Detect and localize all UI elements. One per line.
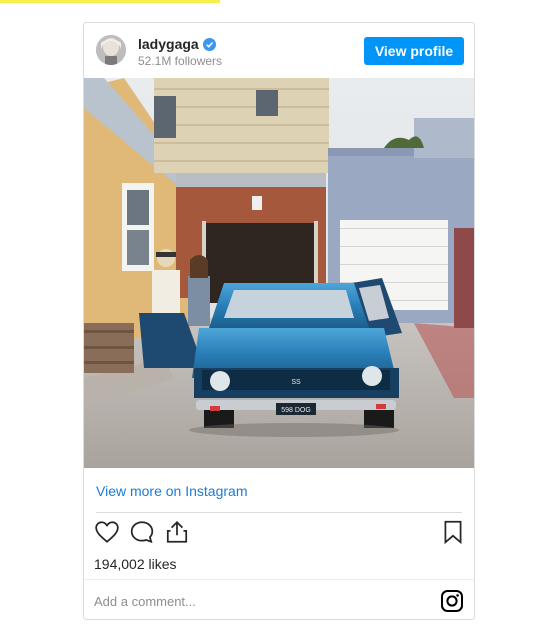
post-header: ladygaga 52.1M followers View profile [84,23,474,78]
instagram-embed-card: ladygaga 52.1M followers View profile 59… [83,22,475,620]
bookmark-icon[interactable] [440,519,466,545]
follower-count: 52.1M followers [138,54,223,68]
post-photo[interactable]: 598 DOG SS [84,78,474,468]
username[interactable]: ladygaga [138,36,199,52]
view-more-link[interactable]: View more on Instagram [96,483,247,499]
license-plate-text: 598 DOG [281,407,311,414]
comment-row: Add a comment... [84,579,474,622]
add-comment-field[interactable]: Add a comment... [94,594,196,609]
heart-icon[interactable] [94,519,120,545]
top-accent-bar [0,0,220,3]
instagram-icon[interactable] [440,589,464,613]
action-bar [84,519,474,549]
view-profile-button[interactable]: View profile [364,37,464,65]
like-count[interactable]: 194,002 likes [94,556,177,572]
divider [96,512,462,513]
car-badge-text: SS [291,379,301,386]
comment-icon[interactable] [129,519,155,545]
verified-badge-icon [202,37,216,51]
username-row[interactable]: ladygaga [138,36,216,52]
avatar[interactable] [96,35,126,65]
share-icon[interactable] [164,519,190,545]
